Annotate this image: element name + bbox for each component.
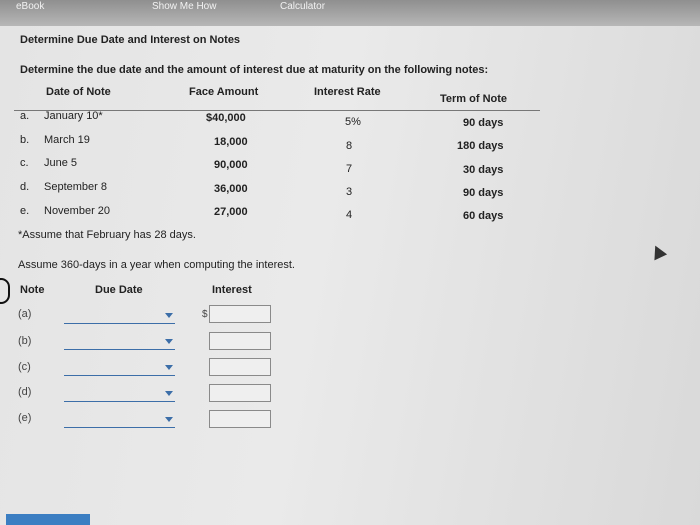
answer-row-label: (a)	[18, 308, 32, 320]
answer-row-label: (c)	[18, 361, 31, 373]
answer-row-label: (e)	[18, 412, 32, 424]
col-header-rate: Interest Rate	[314, 86, 381, 98]
row-rate: 4	[346, 209, 353, 221]
row-date: June 5	[44, 157, 78, 169]
top-toolbar: eBook Show Me How Calculator	[0, 0, 700, 26]
answer-row-label: (b)	[18, 335, 32, 347]
col-header-term: Term of Note	[440, 93, 508, 105]
chevron-down-icon	[165, 365, 173, 370]
ebook-link[interactable]: eBook	[16, 1, 44, 12]
assumption-note: Assume 360-days in a year when computing…	[18, 259, 295, 271]
row-term: 180 days	[457, 140, 504, 152]
interest-input[interactable]	[209, 305, 271, 323]
interest-input[interactable]	[209, 384, 271, 402]
instructions: Determine the due date and the amount of…	[20, 64, 489, 76]
row-face: 36,000	[214, 183, 248, 195]
row-term: 90 days	[463, 187, 504, 199]
col-header-date: Date of Note	[46, 86, 111, 98]
row-letter: d.	[20, 181, 30, 193]
answer-header-due-date: Due Date	[95, 284, 143, 296]
answer-row-label: (d)	[18, 386, 32, 398]
interest-input[interactable]	[209, 410, 271, 428]
chevron-down-icon	[165, 339, 173, 344]
row-term: 90 days	[463, 117, 504, 129]
calculator-link[interactable]: Calculator	[280, 1, 325, 12]
row-letter: b.	[20, 134, 30, 146]
chevron-down-icon	[165, 417, 173, 422]
row-date: March 19	[44, 134, 90, 146]
due-date-select[interactable]	[64, 413, 175, 428]
interest-input[interactable]	[209, 358, 271, 376]
due-date-select[interactable]	[64, 309, 175, 324]
row-face: 27,000	[214, 206, 248, 218]
footnote: *Assume that February has 28 days.	[18, 229, 196, 241]
currency-symbol: $	[202, 309, 208, 320]
show-me-how-link[interactable]: Show Me How	[152, 1, 216, 12]
chevron-down-icon	[165, 391, 173, 396]
row-face: 90,000	[214, 159, 248, 171]
due-date-select[interactable]	[64, 361, 175, 376]
row-date: January 10*	[44, 110, 103, 122]
due-date-select[interactable]	[64, 387, 175, 402]
answer-header-note: Note	[20, 284, 45, 296]
problem-heading: Determine Due Date and Interest on Notes	[20, 34, 241, 46]
chevron-down-icon	[165, 313, 173, 318]
row-rate: 8	[346, 140, 353, 152]
row-term: 60 days	[463, 210, 504, 222]
submit-button[interactable]	[6, 514, 90, 525]
row-letter: e.	[20, 205, 30, 217]
interest-input[interactable]	[209, 332, 271, 350]
row-face: 18,000	[214, 136, 248, 148]
row-letter: c.	[20, 157, 29, 169]
due-date-select[interactable]	[64, 335, 175, 350]
answer-header-interest: Interest	[212, 284, 252, 296]
row-date: November 20	[44, 205, 111, 217]
row-date: September 8	[44, 181, 107, 193]
row-letter: a.	[20, 110, 30, 122]
row-face: $40,000	[206, 112, 246, 124]
col-header-face: Face Amount	[189, 86, 259, 98]
row-term: 30 days	[463, 164, 504, 176]
row-rate: 3	[346, 186, 353, 198]
row-rate: 7	[346, 163, 353, 175]
row-rate: 5%	[345, 116, 361, 128]
problem-panel	[0, 26, 700, 525]
